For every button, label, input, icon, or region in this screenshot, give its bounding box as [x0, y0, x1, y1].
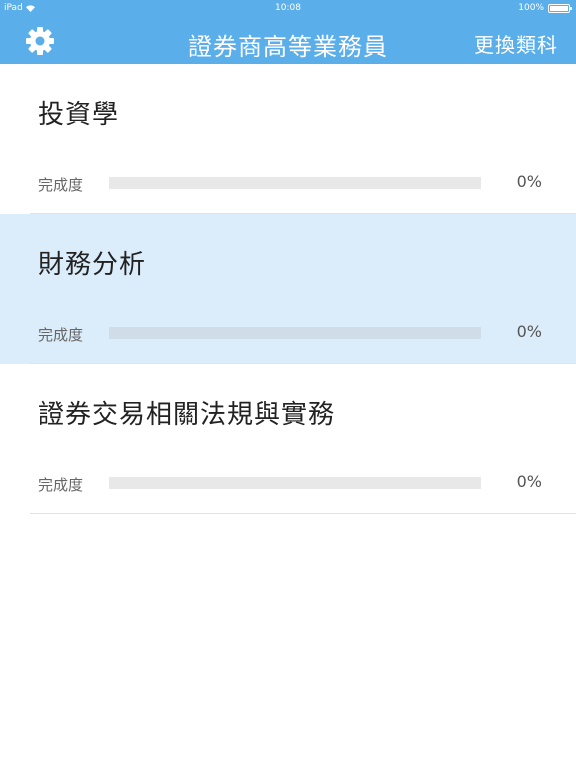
- status-bar: iPad 10:08 100%: [0, 0, 576, 16]
- divider: [30, 513, 576, 514]
- gear-icon: [26, 27, 54, 55]
- progress-bar: [109, 177, 481, 189]
- status-battery: 100%: [518, 3, 572, 13]
- status-time: 10:08: [275, 3, 301, 13]
- subject-title: 投資學: [38, 100, 120, 130]
- subject-list: 投資學 完成度 0% 財務分析 完成度 0% 證券交易相關法規與實務 完成度 0…: [0, 64, 576, 514]
- subject-title: 財務分析: [38, 250, 147, 280]
- progress-label: 完成度: [38, 326, 84, 344]
- change-category-button[interactable]: 更換類科: [474, 29, 558, 58]
- progress-value: 0%: [516, 172, 542, 191]
- top-bar: iPad 10:08 100% 證券商高等業務員 更換類科: [0, 0, 576, 64]
- progress-value: 0%: [516, 472, 542, 491]
- progress-bar: [109, 327, 481, 339]
- progress-bar: [109, 477, 481, 489]
- settings-button[interactable]: [24, 25, 56, 57]
- progress-label: 完成度: [38, 476, 84, 494]
- subject-item-1[interactable]: 財務分析 完成度 0%: [0, 214, 576, 364]
- battery-percent: 100%: [518, 3, 544, 13]
- subject-item-2[interactable]: 證券交易相關法規與實務 完成度 0%: [0, 364, 576, 514]
- subject-item-0[interactable]: 投資學 完成度 0%: [0, 64, 576, 214]
- navigation-bar: 證券商高等業務員 更換類科: [0, 16, 576, 64]
- progress-value: 0%: [516, 322, 542, 341]
- subject-title: 證券交易相關法規與實務: [38, 400, 336, 430]
- progress-label: 完成度: [38, 176, 84, 194]
- battery-icon: [548, 3, 572, 13]
